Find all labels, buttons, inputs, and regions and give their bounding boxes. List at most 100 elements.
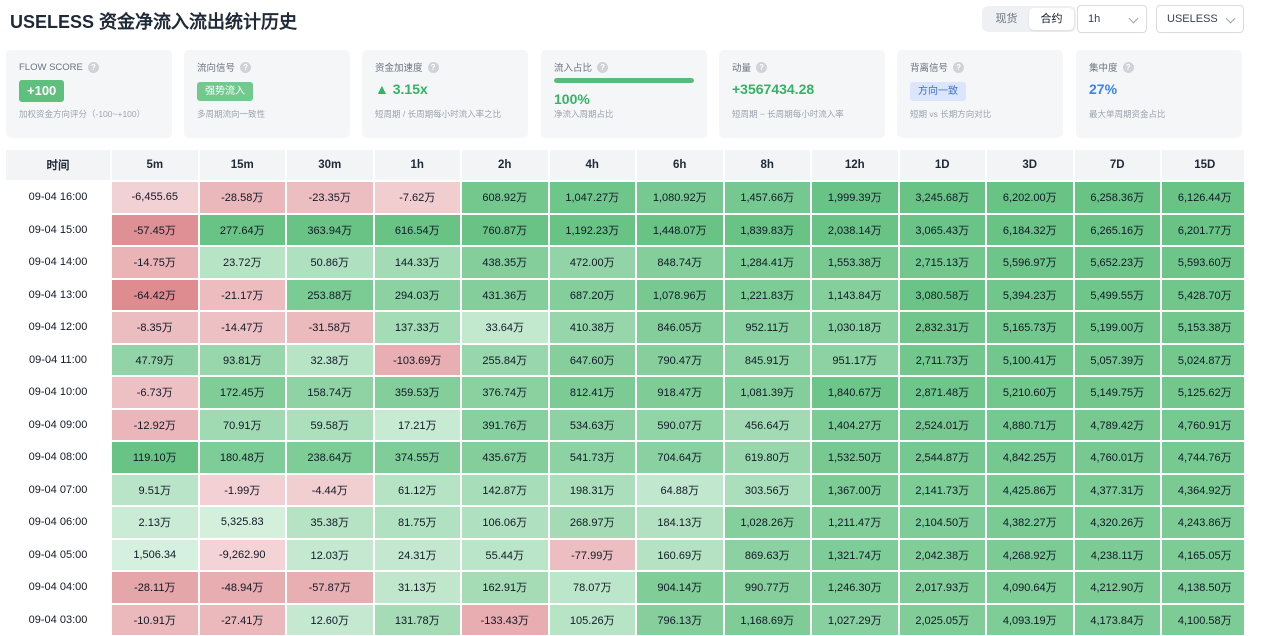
symbol-value: USELESS bbox=[1167, 13, 1218, 25]
flow-cell: 1,192.23万 bbox=[549, 214, 635, 245]
flow-cell: 1,404.27万 bbox=[812, 409, 898, 440]
flow-cell: 6,258.36万 bbox=[1074, 182, 1160, 213]
flow-cell: -28.11万 bbox=[112, 572, 198, 603]
flow-cell: 144.33万 bbox=[374, 247, 460, 278]
column-header-8h[interactable]: 8h bbox=[724, 150, 810, 180]
flow-cell: 4,789.42万 bbox=[1074, 409, 1160, 440]
flow-cell: 1,367.00万 bbox=[812, 474, 898, 505]
flow-cell: 848.74万 bbox=[637, 247, 723, 278]
flow-cell: 303.56万 bbox=[724, 474, 810, 505]
flow-cell: 55.44万 bbox=[462, 539, 548, 570]
flow-cell: 6,265.16万 bbox=[1074, 214, 1160, 245]
flow-cell: 1,999.39万 bbox=[812, 182, 898, 213]
column-header-1h[interactable]: 1h bbox=[374, 150, 460, 180]
interval-value: 1h bbox=[1088, 13, 1101, 25]
flow-cell: 4,842.25万 bbox=[987, 442, 1073, 473]
column-header-5m[interactable]: 5m bbox=[112, 150, 198, 180]
flow-cell: 61.12万 bbox=[374, 474, 460, 505]
concentration-value: 27% bbox=[1089, 81, 1118, 97]
column-header-time[interactable]: 时间 bbox=[6, 150, 110, 180]
flow-cell: 33.64万 bbox=[462, 312, 548, 343]
flow-cell: 374.55万 bbox=[374, 442, 460, 473]
flow-cell: 4,320.26万 bbox=[1074, 507, 1160, 538]
card-label: 资金加速度 bbox=[375, 63, 423, 74]
flow-cell: 106.06万 bbox=[462, 507, 548, 538]
flow-cell: 2,715.13万 bbox=[899, 247, 985, 278]
column-header-30m[interactable]: 30m bbox=[287, 150, 373, 180]
flow-cell: 1,506.34 bbox=[112, 539, 198, 570]
column-header-6h[interactable]: 6h bbox=[637, 150, 723, 180]
help-icon[interactable]: ? bbox=[597, 61, 609, 73]
flow-cell: 6,202.00万 bbox=[987, 182, 1073, 213]
time-cell: 09-04 05:00 bbox=[6, 539, 110, 570]
flow-cell: 24.31万 bbox=[374, 539, 460, 570]
flow-cell: 869.63万 bbox=[724, 539, 810, 570]
interval-select[interactable]: 1h bbox=[1077, 5, 1147, 33]
flow-cell: 4,173.84万 bbox=[1074, 604, 1160, 635]
flow-cell: 438.35万 bbox=[462, 247, 548, 278]
flow-cell: 255.84万 bbox=[462, 344, 548, 375]
time-cell: 09-04 03:00 bbox=[6, 604, 110, 635]
flow-cell: 1,457.66万 bbox=[724, 182, 810, 213]
time-cell: 09-04 10:00 bbox=[6, 377, 110, 408]
column-header-12h[interactable]: 12h bbox=[812, 150, 898, 180]
flow-cell: 277.64万 bbox=[199, 214, 285, 245]
table-row: 09-04 07:00 9.51万 -1.99万 -4.44万 61.12万 142.87… bbox=[6, 474, 1244, 505]
flow-cell: 1,047.27万 bbox=[549, 182, 635, 213]
flow-cell: 456.64万 bbox=[724, 409, 810, 440]
flow-cell: 4,364.92万 bbox=[1162, 474, 1244, 505]
help-icon[interactable]: ? bbox=[87, 61, 99, 73]
flow-cell: 238.64万 bbox=[287, 442, 373, 473]
flow-cell: 363.94万 bbox=[287, 214, 373, 245]
flow-cell: 162.91万 bbox=[462, 572, 548, 603]
flow-cell: 1,078.96万 bbox=[637, 279, 723, 310]
table-header-row: 时间 5m 15m 30m 1h 2h 4h 6h 8h 12h 1D 3D 7D 15D bbox=[6, 150, 1244, 180]
flow-score-badge: +100 bbox=[19, 80, 65, 102]
flow-cell: 5,210.60万 bbox=[987, 377, 1073, 408]
help-icon[interactable]: ? bbox=[1122, 61, 1134, 73]
card-flow-signal: 流向信号? 强势流入 多周期流向一致性 bbox=[184, 50, 350, 138]
flow-cell: 4,268.92万 bbox=[987, 539, 1073, 570]
tab-spot[interactable]: 现货 bbox=[984, 8, 1029, 30]
table-row: 09-04 12:00 -8.35万 -14.47万 -31.58万 137.33万 33… bbox=[6, 312, 1244, 343]
flow-signal-badge: 强势流入 bbox=[197, 82, 253, 101]
column-header-15m[interactable]: 15m bbox=[199, 150, 285, 180]
flow-cell: 951.17万 bbox=[812, 344, 898, 375]
symbol-select[interactable]: USELESS bbox=[1156, 5, 1244, 33]
flow-cell: 180.48万 bbox=[199, 442, 285, 473]
flow-cell: 359.53万 bbox=[374, 377, 460, 408]
column-header-7d[interactable]: 7D bbox=[1074, 150, 1160, 180]
column-header-15d[interactable]: 15D bbox=[1162, 150, 1244, 180]
flow-cell: 184.13万 bbox=[637, 507, 723, 538]
flow-cell: 4,760.91万 bbox=[1162, 409, 1244, 440]
chevron-down-icon bbox=[1225, 13, 1236, 24]
help-icon[interactable]: ? bbox=[953, 61, 965, 73]
flow-cell: 5,199.00万 bbox=[1074, 312, 1160, 343]
flow-cell: -48.94万 bbox=[199, 572, 285, 603]
column-header-1d[interactable]: 1D bbox=[899, 150, 985, 180]
flow-cell: 5,394.23万 bbox=[987, 279, 1073, 310]
flow-cell: 5,125.62万 bbox=[1162, 377, 1244, 408]
flow-cell: 5,325.83 bbox=[199, 507, 285, 538]
flow-cell: -8.35万 bbox=[112, 312, 198, 343]
flow-cell: -4.44万 bbox=[287, 474, 373, 505]
column-header-4h[interactable]: 4h bbox=[549, 150, 635, 180]
help-icon[interactable]: ? bbox=[240, 61, 252, 73]
flow-cell: 1,030.18万 bbox=[812, 312, 898, 343]
card-subtitle: 加权资金方向评分（-100~+100） bbox=[19, 109, 146, 119]
flow-cell: 1,211.47万 bbox=[812, 507, 898, 538]
help-icon[interactable]: ? bbox=[427, 61, 439, 73]
card-label: 流入占比 bbox=[554, 63, 593, 74]
tab-futures[interactable]: 合约 bbox=[1029, 8, 1074, 30]
card-momentum: 动量? +3567434.28 短周期 − 长周期每小时流入率 bbox=[719, 50, 885, 138]
column-header-2h[interactable]: 2h bbox=[462, 150, 548, 180]
flow-cell: 5,428.70万 bbox=[1162, 279, 1244, 310]
flow-cell: 4,744.76万 bbox=[1162, 442, 1244, 473]
column-header-3d[interactable]: 3D bbox=[987, 150, 1073, 180]
flow-cell: 704.64万 bbox=[637, 442, 723, 473]
flow-cell: 790.47万 bbox=[637, 344, 723, 375]
help-icon[interactable]: ? bbox=[756, 61, 768, 73]
market-toggle: 现货 合约 bbox=[982, 6, 1076, 32]
card-subtitle: 最大单周期资金占比 bbox=[1089, 109, 1166, 119]
flow-cell: 376.74万 bbox=[462, 377, 548, 408]
